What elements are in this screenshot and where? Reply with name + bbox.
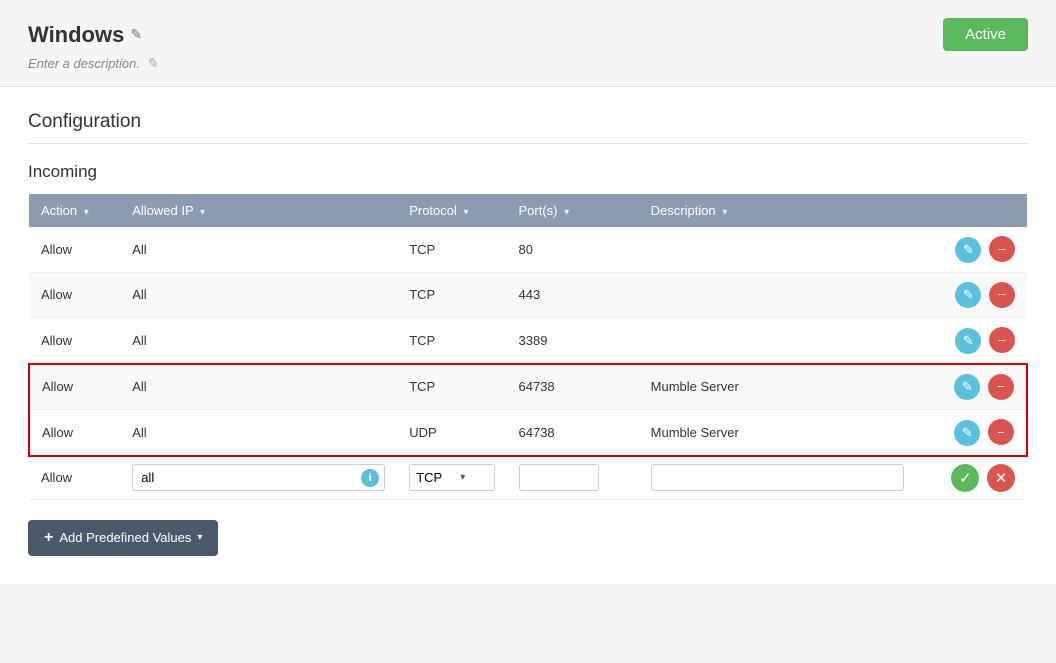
cell-protocol: UDP — [397, 410, 506, 456]
new-action-cell: Allow — [29, 456, 120, 500]
remove-row-button[interactable]: − — [989, 327, 1015, 353]
cell-ports: 80 — [507, 227, 639, 272]
col-actions-header — [916, 194, 1027, 227]
table-header: Action ▾ Allowed IP ▾ Protocol ▾ Port(s)… — [29, 194, 1027, 227]
new-row-actions: ✓ ✕ — [916, 456, 1027, 500]
add-predefined-button[interactable]: + Add Predefined Values ▾ — [28, 520, 218, 556]
cancel-new-row-button[interactable]: ✕ — [987, 464, 1015, 492]
cell-description — [639, 318, 916, 364]
add-predefined-label: Add Predefined Values — [59, 530, 191, 545]
table-row: Allow All TCP 3389 ✎ − — [29, 318, 1027, 364]
cell-allowed-ip: All — [120, 227, 397, 272]
cell-description — [639, 227, 916, 272]
plus-icon: + — [44, 529, 53, 547]
cell-action: Allow — [29, 364, 120, 410]
cell-allowed-ip: All — [120, 272, 397, 318]
col-protocol[interactable]: Protocol ▾ — [397, 194, 506, 227]
cell-action: Allow — [29, 318, 120, 364]
col-action[interactable]: Action ▾ — [29, 194, 120, 227]
description-edit-icon[interactable]: ✎ — [146, 55, 158, 72]
select-caret-icon: ▾ — [455, 472, 470, 483]
cell-action: Allow — [29, 410, 120, 456]
main-content: Configuration Incoming Action ▾ Allowed … — [0, 87, 1056, 584]
cell-ports: 64738 — [507, 364, 639, 410]
cell-protocol: TCP — [397, 318, 506, 364]
new-protocol-select[interactable]: TCPUDPICMP — [410, 465, 455, 490]
edit-row-button[interactable]: ✎ — [955, 328, 981, 354]
remove-row-button[interactable]: − — [988, 419, 1014, 445]
col-ports[interactable]: Port(s) ▾ — [507, 194, 639, 227]
cell-description — [639, 272, 916, 318]
cell-row-actions: ✎ − — [916, 227, 1027, 272]
subsection-title: Incoming — [28, 162, 1028, 182]
cell-ports: 443 — [507, 272, 639, 318]
remove-row-button[interactable]: − — [989, 236, 1015, 262]
cell-ports: 3389 — [507, 318, 639, 364]
section-title: Configuration — [28, 111, 1028, 144]
cell-allowed-ip: All — [120, 318, 397, 364]
new-ports-input[interactable] — [519, 464, 599, 491]
table-row: Allow All TCP 443 ✎ − — [29, 272, 1027, 318]
page-header: Windows ✎ Active Enter a description. ✎ — [0, 0, 1056, 87]
confirm-new-row-button[interactable]: ✓ — [951, 464, 979, 492]
title-edit-icon[interactable]: ✎ — [130, 26, 142, 43]
description-text: Enter a description. — [28, 56, 140, 71]
cell-row-actions: ✎ − — [916, 364, 1027, 410]
new-allowed-ip-cell: i — [120, 456, 397, 500]
page-title: Windows ✎ — [28, 22, 142, 48]
title-text: Windows — [28, 22, 124, 48]
new-allowed-ip-input[interactable] — [132, 464, 385, 491]
cell-allowed-ip: All — [120, 410, 397, 456]
cell-action: Allow — [29, 227, 120, 272]
cell-protocol: TCP — [397, 364, 506, 410]
edit-row-button[interactable]: ✎ — [955, 237, 981, 263]
cell-protocol: TCP — [397, 272, 506, 318]
new-description-cell — [639, 456, 916, 500]
cell-ports: 64738 — [507, 410, 639, 456]
col-description[interactable]: Description ▾ — [639, 194, 916, 227]
firewall-table: Action ▾ Allowed IP ▾ Protocol ▾ Port(s)… — [28, 194, 1028, 500]
cell-description: Mumble Server — [639, 410, 916, 456]
cell-description: Mumble Server — [639, 364, 916, 410]
active-button[interactable]: Active — [943, 18, 1028, 51]
edit-row-button[interactable]: ✎ — [954, 420, 980, 446]
info-icon: i — [361, 469, 379, 487]
cell-row-actions: ✎ − — [916, 318, 1027, 364]
table-row: Allow All UDP 64738 Mumble Server ✎ − — [29, 410, 1027, 456]
cell-protocol: TCP — [397, 227, 506, 272]
cell-row-actions: ✎ − — [916, 272, 1027, 318]
table-body: Allow All TCP 80 ✎ − Allow All TCP 443 ✎… — [29, 227, 1027, 499]
cell-action: Allow — [29, 272, 120, 318]
new-description-input[interactable] — [651, 464, 904, 491]
caret-icon: ▾ — [197, 532, 202, 543]
description-row: Enter a description. ✎ — [28, 55, 1028, 72]
new-rule-row: Allow i TCPUDPICMP ▾ ✓ ✕ — [29, 456, 1027, 500]
remove-row-button[interactable]: − — [989, 282, 1015, 308]
cell-row-actions: ✎ − — [916, 410, 1027, 456]
new-protocol-cell: TCPUDPICMP ▾ — [397, 456, 506, 500]
cell-allowed-ip: All — [120, 364, 397, 410]
edit-row-button[interactable]: ✎ — [954, 374, 980, 400]
table-row: Allow All TCP 80 ✎ − — [29, 227, 1027, 272]
edit-row-button[interactable]: ✎ — [955, 282, 981, 308]
col-allowed-ip[interactable]: Allowed IP ▾ — [120, 194, 397, 227]
table-row: Allow All TCP 64738 Mumble Server ✎ − — [29, 364, 1027, 410]
remove-row-button[interactable]: − — [988, 374, 1014, 400]
new-ports-cell — [507, 456, 639, 500]
